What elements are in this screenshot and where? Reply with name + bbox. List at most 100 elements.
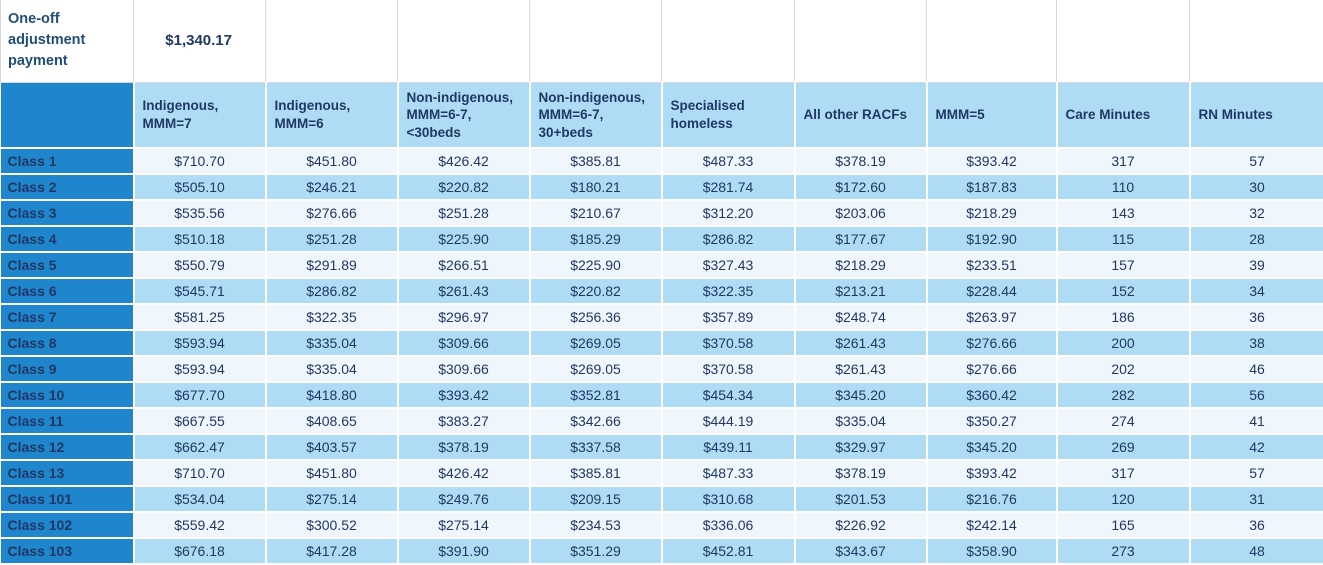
cell-nonindig_mmm67_30plus: $385.81 [530, 148, 662, 174]
row-label-class-2: Class 2 [1, 174, 134, 200]
cell-specialised_homeless: $310.68 [662, 486, 795, 512]
cell-specialised_homeless: $439.11 [662, 434, 795, 460]
table-row: Class 4$510.18$251.28$225.90$185.29$286.… [1, 226, 1323, 252]
cell-nonindig_mmm67_30plus: $185.29 [530, 226, 662, 252]
table-row: Class 103$676.18$417.28$391.90$351.29$45… [1, 538, 1323, 564]
header-corner-cell [1, 82, 134, 148]
cell-nonindig_mmm67_lt30: $296.97 [398, 304, 530, 330]
cell-rn_minutes: 57 [1190, 148, 1323, 174]
cell-nonindig_mmm67_lt30: $261.43 [398, 278, 530, 304]
cell-specialised_homeless: $327.43 [662, 252, 795, 278]
cell-rn_minutes: 32 [1190, 200, 1323, 226]
cell-specialised_homeless: $444.19 [662, 408, 795, 434]
cell-indigenous_mmm7: $676.18 [134, 538, 266, 564]
cell-indigenous_mmm6: $322.35 [266, 304, 398, 330]
cell-nonindig_mmm67_lt30: $391.90 [398, 538, 530, 564]
cell-mmm5: $233.51 [927, 252, 1057, 278]
cell-specialised_homeless: $281.74 [662, 174, 795, 200]
table-row: Class 102$559.42$300.52$275.14$234.53$33… [1, 512, 1323, 538]
cell-nonindig_mmm67_lt30: $309.66 [398, 356, 530, 382]
cell-care_minutes: 269 [1057, 434, 1190, 460]
title-spacer-cell-8 [1190, 0, 1323, 82]
cell-all_other_racfs: $226.92 [795, 512, 927, 538]
row-label-class-9: Class 9 [1, 356, 134, 382]
cell-care_minutes: 110 [1057, 174, 1190, 200]
cell-nonindig_mmm67_lt30: $309.66 [398, 330, 530, 356]
row-label-class-101: Class 101 [1, 486, 134, 512]
title-spacer-cell-4 [662, 0, 795, 82]
table-row: Class 11$667.55$408.65$383.27$342.66$444… [1, 408, 1323, 434]
table-row: Class 8$593.94$335.04$309.66$269.05$370.… [1, 330, 1323, 356]
title-row: One-off adjustment payment $1,340.17 [1, 0, 1323, 82]
cell-all_other_racfs: $201.53 [795, 486, 927, 512]
cell-indigenous_mmm7: $662.47 [134, 434, 266, 460]
cell-specialised_homeless: $370.58 [662, 356, 795, 382]
cell-specialised_homeless: $487.33 [662, 148, 795, 174]
cell-care_minutes: 157 [1057, 252, 1190, 278]
title-spacer-cell-1 [266, 0, 398, 82]
cell-rn_minutes: 42 [1190, 434, 1323, 460]
cell-nonindig_mmm67_lt30: $266.51 [398, 252, 530, 278]
cell-all_other_racfs: $218.29 [795, 252, 927, 278]
cell-indigenous_mmm7: $710.70 [134, 148, 266, 174]
cell-nonindig_mmm67_lt30: $275.14 [398, 512, 530, 538]
row-label-class-4: Class 4 [1, 226, 134, 252]
cell-care_minutes: 143 [1057, 200, 1190, 226]
cell-indigenous_mmm7: $559.42 [134, 512, 266, 538]
cell-indigenous_mmm6: $451.80 [266, 460, 398, 486]
cell-all_other_racfs: $172.60 [795, 174, 927, 200]
cell-nonindig_mmm67_lt30: $220.82 [398, 174, 530, 200]
cell-all_other_racfs: $345.20 [795, 382, 927, 408]
row-label-class-103: Class 103 [1, 538, 134, 564]
table-row: Class 9$593.94$335.04$309.66$269.05$370.… [1, 356, 1323, 382]
cell-mmm5: $393.42 [927, 460, 1057, 486]
cell-nonindig_mmm67_30plus: $269.05 [530, 330, 662, 356]
cell-mmm5: $350.27 [927, 408, 1057, 434]
cell-mmm5: $358.90 [927, 538, 1057, 564]
cell-rn_minutes: 36 [1190, 512, 1323, 538]
cell-indigenous_mmm6: $335.04 [266, 330, 398, 356]
cell-mmm5: $345.20 [927, 434, 1057, 460]
cell-mmm5: $216.76 [927, 486, 1057, 512]
column-header-rn-minutes: RN Minutes [1190, 82, 1323, 148]
cell-nonindig_mmm67_30plus: $385.81 [530, 460, 662, 486]
cell-care_minutes: 317 [1057, 148, 1190, 174]
row-label-class-7: Class 7 [1, 304, 134, 330]
cell-indigenous_mmm7: $535.56 [134, 200, 266, 226]
cell-indigenous_mmm6: $291.89 [266, 252, 398, 278]
title-spacer-cell-5 [795, 0, 927, 82]
cell-nonindig_mmm67_30plus: $342.66 [530, 408, 662, 434]
cell-specialised_homeless: $454.34 [662, 382, 795, 408]
cell-all_other_racfs: $261.43 [795, 356, 927, 382]
cell-specialised_homeless: $322.35 [662, 278, 795, 304]
cell-specialised_homeless: $286.82 [662, 226, 795, 252]
cell-nonindig_mmm67_lt30: $251.28 [398, 200, 530, 226]
cell-all_other_racfs: $335.04 [795, 408, 927, 434]
cell-indigenous_mmm7: $667.55 [134, 408, 266, 434]
cell-nonindig_mmm67_lt30: $383.27 [398, 408, 530, 434]
title-spacer-cell-7 [1057, 0, 1190, 82]
cell-mmm5: $228.44 [927, 278, 1057, 304]
cell-care_minutes: 200 [1057, 330, 1190, 356]
cell-indigenous_mmm6: $275.14 [266, 486, 398, 512]
cell-mmm5: $393.42 [927, 148, 1057, 174]
cell-mmm5: $276.66 [927, 330, 1057, 356]
cell-rn_minutes: 57 [1190, 460, 1323, 486]
cell-rn_minutes: 34 [1190, 278, 1323, 304]
cell-rn_minutes: 31 [1190, 486, 1323, 512]
cell-care_minutes: 202 [1057, 356, 1190, 382]
cell-indigenous_mmm6: $451.80 [266, 148, 398, 174]
cell-indigenous_mmm6: $408.65 [266, 408, 398, 434]
table-row: Class 7$581.25$322.35$296.97$256.36$357.… [1, 304, 1323, 330]
row-label-class-102: Class 102 [1, 512, 134, 538]
cell-indigenous_mmm6: $418.80 [266, 382, 398, 408]
column-header-indigenous-mmm6: Indigenous, MMM=6 [266, 82, 398, 148]
cell-nonindig_mmm67_30plus: $351.29 [530, 538, 662, 564]
table-row: Class 6$545.71$286.82$261.43$220.82$322.… [1, 278, 1323, 304]
cell-care_minutes: 317 [1057, 460, 1190, 486]
cell-mmm5: $242.14 [927, 512, 1057, 538]
row-label-class-13: Class 13 [1, 460, 134, 486]
cell-indigenous_mmm7: $505.10 [134, 174, 266, 200]
row-label-class-5: Class 5 [1, 252, 134, 278]
column-header-nonindigenous-mmm67-lt30beds: Non-indigenous, MMM=6-7, <30beds [398, 82, 530, 148]
